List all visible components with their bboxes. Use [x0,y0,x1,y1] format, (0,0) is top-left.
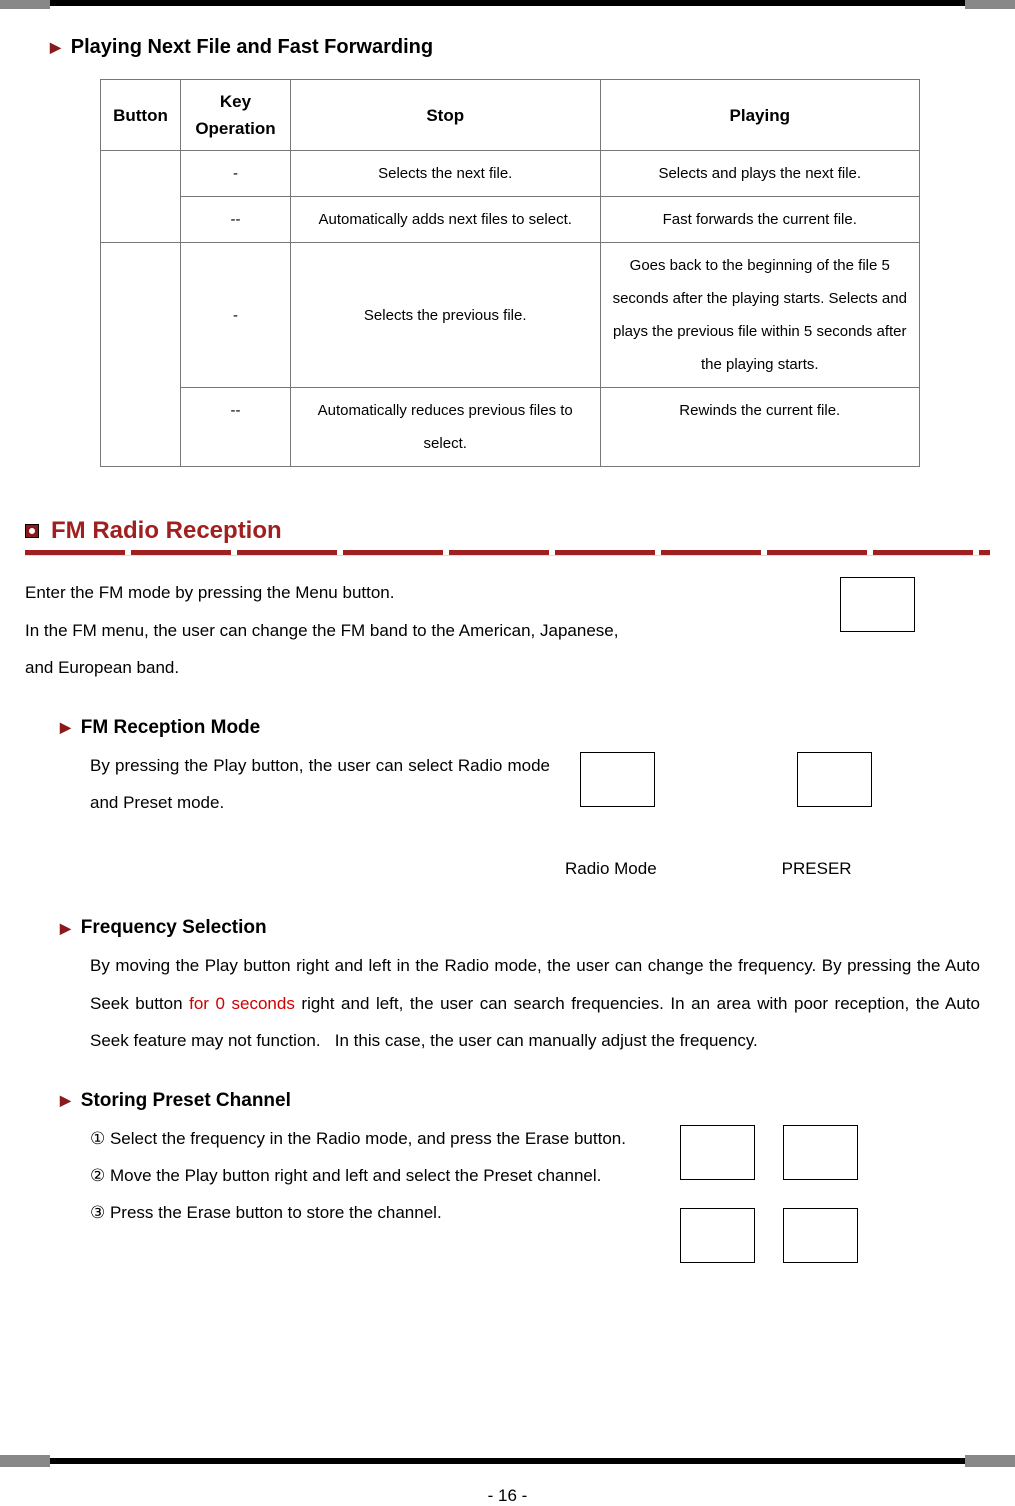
image-placeholder [680,1208,755,1263]
mode-label-radio: Radio Mode [565,850,657,887]
freq-text-red: for 0 seconds [189,994,295,1013]
table-row: - Selects the previous file. Goes back t… [101,243,920,388]
col-key-op: Key Operation [180,80,290,151]
text-line: Enter the FM mode by pressing the Menu b… [25,574,820,611]
col-playing: Playing [600,80,920,151]
table-row: - Selects the next file. Selects and pla… [101,151,920,197]
fm-mode-body: By pressing the Play button, the user ca… [90,747,980,888]
heading-text: Playing Next File and Fast Forwarding [71,36,433,59]
preset-steps: ① Select the frequency in the Radio mode… [90,1120,650,1263]
heading-text: Frequency Selection [81,917,267,939]
playing-cell: Rewinds the current file. [600,388,920,467]
page-content: ▶ Playing Next File and Fast Forwarding … [0,6,1015,1263]
image-placeholder [783,1125,858,1180]
key-op-cell: -- [180,197,290,243]
heading-fm-radio: FM Radio Reception [25,517,995,545]
corner-decor-icon [0,0,50,9]
col-button: Button [101,80,181,151]
preset-illustrations [650,1120,858,1263]
stop-cell: Automatically adds next files to select. [290,197,600,243]
playing-cell: Goes back to the beginning of the file 5… [600,243,920,388]
key-op-cell: - [180,151,290,197]
heading-text: FM Reception Mode [81,717,260,739]
arrow-right-icon: ▶ [60,719,71,736]
image-placeholder [580,752,655,807]
key-op-cell: -- [180,388,290,467]
stop-cell: Automatically reduces previous files to … [290,388,600,467]
subheading-fm-mode: ▶ FM Reception Mode [60,717,995,739]
image-placeholder [797,752,872,807]
text-line: In the FM menu, the user can change the … [25,612,820,649]
page-top-border [0,0,1015,6]
fm-intro-block: Enter the FM mode by pressing the Menu b… [25,574,995,686]
fm-intro-text: Enter the FM mode by pressing the Menu b… [25,574,840,686]
step-3: ③ Press the Erase button to store the ch… [90,1194,650,1231]
page-number: - 16 - [0,1486,1015,1506]
frequency-body: By moving the Play button right and left… [90,947,980,1059]
corner-decor-icon [0,1455,50,1467]
preset-body: ① Select the frequency in the Radio mode… [90,1120,980,1263]
table-row: -- Automatically adds next files to sele… [101,197,920,243]
bullet-icon [25,524,39,538]
arrow-right-icon: ▶ [60,1092,71,1109]
step-2: ② Move the Play button right and left an… [90,1157,650,1194]
page-bottom-border [0,1458,1015,1464]
key-operation-table: Button Key Operation Stop Playing - Sele… [100,79,920,467]
subheading-frequency: ▶ Frequency Selection [60,917,995,939]
image-placeholder [840,577,915,632]
playing-cell: Fast forwards the current file. [600,197,920,243]
mode-illustrations: Radio Mode PRESER [550,747,872,888]
mode-label-preset: PRESER [782,850,872,887]
subheading-preset: ▶ Storing Preset Channel [60,1090,995,1112]
button-cell [101,151,181,243]
playing-cell: Selects and plays the next file. [600,151,920,197]
image-placeholder [680,1125,755,1180]
table-row: -- Automatically reduces previous files … [101,388,920,467]
heading-text: Storing Preset Channel [81,1090,291,1112]
section-divider [25,550,990,556]
corner-decor-icon [965,0,1015,9]
key-op-cell: - [180,243,290,388]
stop-cell: Selects the next file. [290,151,600,197]
col-stop: Stop [290,80,600,151]
arrow-right-icon: ▶ [50,39,61,56]
text-line: and European band. [25,649,820,686]
page-footer: - 16 - [0,1458,1015,1506]
image-placeholder [783,1208,858,1263]
arrow-right-icon: ▶ [60,920,71,937]
button-cell [101,243,181,467]
table-header-row: Button Key Operation Stop Playing [101,80,920,151]
fm-mode-text: By pressing the Play button, the user ca… [90,747,550,822]
stop-cell: Selects the previous file. [290,243,600,388]
subheading-playing-next: ▶ Playing Next File and Fast Forwarding [50,36,995,59]
heading-text: FM Radio Reception [51,517,282,545]
corner-decor-icon [965,1455,1015,1467]
step-1: ① Select the frequency in the Radio mode… [90,1120,650,1157]
